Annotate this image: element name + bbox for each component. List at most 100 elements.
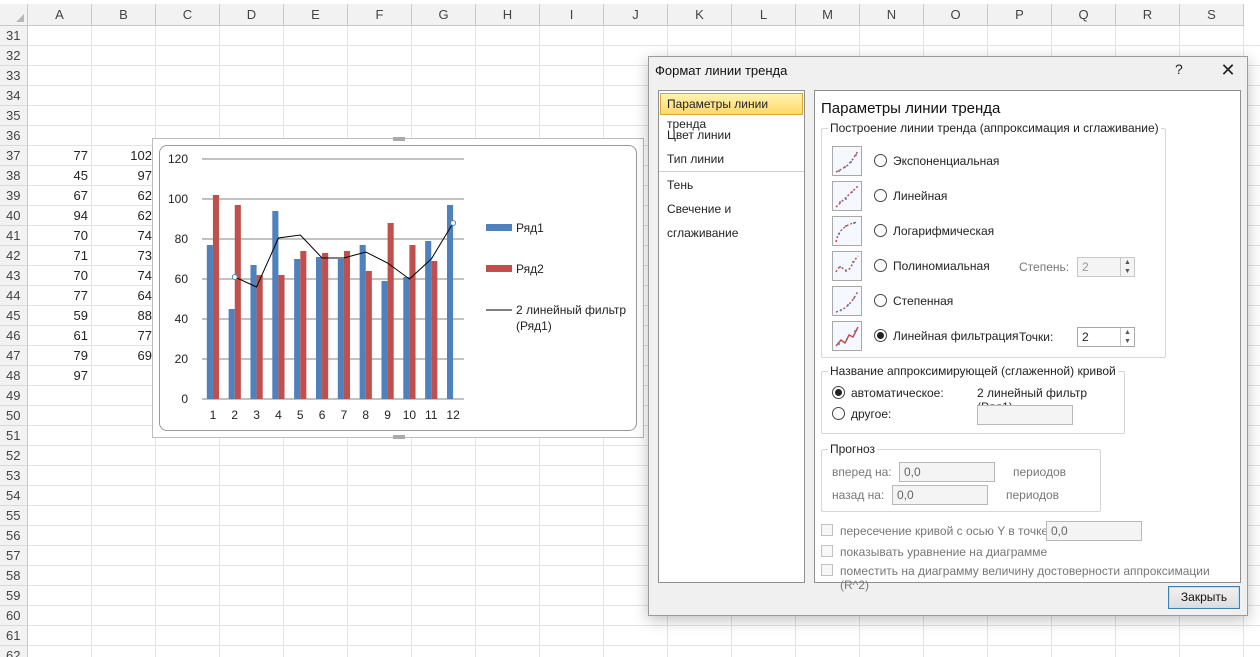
- stepper-arrows-icon[interactable]: ▲ ▼: [1120, 258, 1134, 276]
- option-exponential[interactable]: Экспоненциальная: [832, 146, 1162, 180]
- option-logarithmic[interactable]: Логарифмическая: [832, 216, 1162, 250]
- nav-item-glow-soft-edges[interactable]: Свечение и сглаживание: [659, 197, 804, 240]
- row-header-59[interactable]: 59: [0, 586, 28, 606]
- select-all-corner[interactable]: [0, 4, 28, 26]
- row-header-43[interactable]: 43: [0, 266, 28, 286]
- cell-b43[interactable]: 74: [92, 266, 152, 286]
- column-header-d[interactable]: D: [220, 4, 284, 26]
- cell-a40[interactable]: 94: [28, 206, 88, 226]
- row-header-42[interactable]: 42: [0, 246, 28, 266]
- close-icon[interactable]: ✕: [1215, 59, 1241, 81]
- row-header-57[interactable]: 57: [0, 546, 28, 566]
- row-header-58[interactable]: 58: [0, 566, 28, 586]
- cell-a45[interactable]: 59: [28, 306, 88, 326]
- column-header-e[interactable]: E: [284, 4, 348, 26]
- cell-b46[interactable]: 77: [92, 326, 152, 346]
- row-header-41[interactable]: 41: [0, 226, 28, 246]
- column-header-k[interactable]: K: [668, 4, 732, 26]
- cell-b40[interactable]: 62: [92, 206, 152, 226]
- show-equation-checkbox[interactable]: [821, 545, 833, 557]
- option-power[interactable]: Степенная: [832, 286, 1162, 320]
- column-header-n[interactable]: N: [860, 4, 924, 26]
- row-header-53[interactable]: 53: [0, 466, 28, 486]
- option-moving-average[interactable]: Линейная фильтрация Точки: 2 ▲ ▼: [832, 321, 1162, 355]
- row-header-51[interactable]: 51: [0, 426, 28, 446]
- cell-a48[interactable]: 97: [28, 366, 88, 386]
- backward-input[interactable]: 0,0: [892, 485, 988, 505]
- column-header-i[interactable]: I: [540, 4, 604, 26]
- cell-a41[interactable]: 70: [28, 226, 88, 246]
- row-header-38[interactable]: 38: [0, 166, 28, 186]
- forward-input[interactable]: 0,0: [899, 462, 995, 482]
- cell-b47[interactable]: 69: [92, 346, 152, 366]
- nav-item-line-color[interactable]: Цвет линии: [659, 123, 804, 147]
- row-header-32[interactable]: 32: [0, 46, 28, 66]
- row-header-49[interactable]: 49: [0, 386, 28, 406]
- row-header-46[interactable]: 46: [0, 326, 28, 346]
- column-header-l[interactable]: L: [732, 4, 796, 26]
- row-header-45[interactable]: 45: [0, 306, 28, 326]
- intercept-checkbox[interactable]: [821, 524, 833, 536]
- row-header-40[interactable]: 40: [0, 206, 28, 226]
- radio-power[interactable]: [874, 294, 887, 307]
- row-header-54[interactable]: 54: [0, 486, 28, 506]
- resize-handle-top[interactable]: [393, 137, 405, 141]
- row-header-33[interactable]: 33: [0, 66, 28, 86]
- nav-item-shadow[interactable]: Тень: [659, 173, 804, 197]
- radio-linear[interactable]: [874, 189, 887, 202]
- row-header-56[interactable]: 56: [0, 526, 28, 546]
- radio-logarithmic[interactable]: [874, 224, 887, 237]
- row-header-39[interactable]: 39: [0, 186, 28, 206]
- cell-a39[interactable]: 67: [28, 186, 88, 206]
- column-header-a[interactable]: A: [28, 4, 92, 26]
- row-header-31[interactable]: 31: [0, 26, 28, 46]
- cell-a44[interactable]: 77: [28, 286, 88, 306]
- row-header-47[interactable]: 47: [0, 346, 28, 366]
- row-header-61[interactable]: 61: [0, 626, 28, 646]
- help-icon[interactable]: ?: [1175, 61, 1183, 77]
- row-header-50[interactable]: 50: [0, 406, 28, 426]
- intercept-input[interactable]: 0,0: [1046, 521, 1142, 541]
- column-header-c[interactable]: C: [156, 4, 220, 26]
- option-polynomial[interactable]: Полиномиальная Степень: 2 ▲ ▼: [832, 251, 1162, 285]
- cell-b42[interactable]: 73: [92, 246, 152, 266]
- option-linear[interactable]: Линейная: [832, 181, 1162, 215]
- cell-a42[interactable]: 71: [28, 246, 88, 266]
- radio-auto-name[interactable]: [832, 386, 845, 399]
- resize-handle-bottom[interactable]: [393, 435, 405, 439]
- row-header-34[interactable]: 34: [0, 86, 28, 106]
- cell-b37[interactable]: 102: [92, 146, 152, 166]
- nav-item-trendline-options[interactable]: Параметры линии тренда: [660, 93, 803, 131]
- cell-a37[interactable]: 77: [28, 146, 88, 166]
- show-r2-checkbox[interactable]: [821, 564, 833, 576]
- column-header-j[interactable]: J: [604, 4, 668, 26]
- radio-exponential[interactable]: [874, 154, 887, 167]
- cell-a46[interactable]: 61: [28, 326, 88, 346]
- cell-b38[interactable]: 97: [92, 166, 152, 186]
- column-header-m[interactable]: M: [796, 4, 860, 26]
- radio-custom-name[interactable]: [832, 407, 845, 420]
- row-header-36[interactable]: 36: [0, 126, 28, 146]
- chart-area[interactable]: 0 20 40 60 80 100 120 1 2 3 4 5 6 7 8 9 10 11 12 Ряд1 Ряд2 2 …: [152, 137, 644, 439]
- points-stepper[interactable]: 2 ▲ ▼: [1077, 327, 1135, 347]
- column-header-p[interactable]: P: [988, 4, 1052, 26]
- plot-frame[interactable]: 0 20 40 60 80 100 120 1 2 3 4 5 6 7 8 9 10 11 12 Ряд1 Ряд2 2 …: [159, 145, 637, 431]
- close-button[interactable]: Закрыть: [1168, 586, 1240, 609]
- cell-b41[interactable]: 74: [92, 226, 152, 246]
- row-header-60[interactable]: 60: [0, 606, 28, 626]
- radio-moving-average[interactable]: [874, 329, 887, 342]
- cell-b44[interactable]: 64: [92, 286, 152, 306]
- row-header-37[interactable]: 37: [0, 146, 28, 166]
- column-header-b[interactable]: B: [92, 4, 156, 26]
- row-header-62[interactable]: 62: [0, 646, 28, 657]
- cell-a43[interactable]: 70: [28, 266, 88, 286]
- cell-a47[interactable]: 79: [28, 346, 88, 366]
- column-header-f[interactable]: F: [348, 4, 412, 26]
- row-header-48[interactable]: 48: [0, 366, 28, 386]
- row-header-44[interactable]: 44: [0, 286, 28, 306]
- column-header-h[interactable]: H: [476, 4, 540, 26]
- nav-item-line-style[interactable]: Тип линии: [659, 147, 804, 171]
- stepper-arrows-icon[interactable]: ▲ ▼: [1120, 328, 1134, 346]
- row-header-52[interactable]: 52: [0, 446, 28, 466]
- radio-polynomial[interactable]: [874, 259, 887, 272]
